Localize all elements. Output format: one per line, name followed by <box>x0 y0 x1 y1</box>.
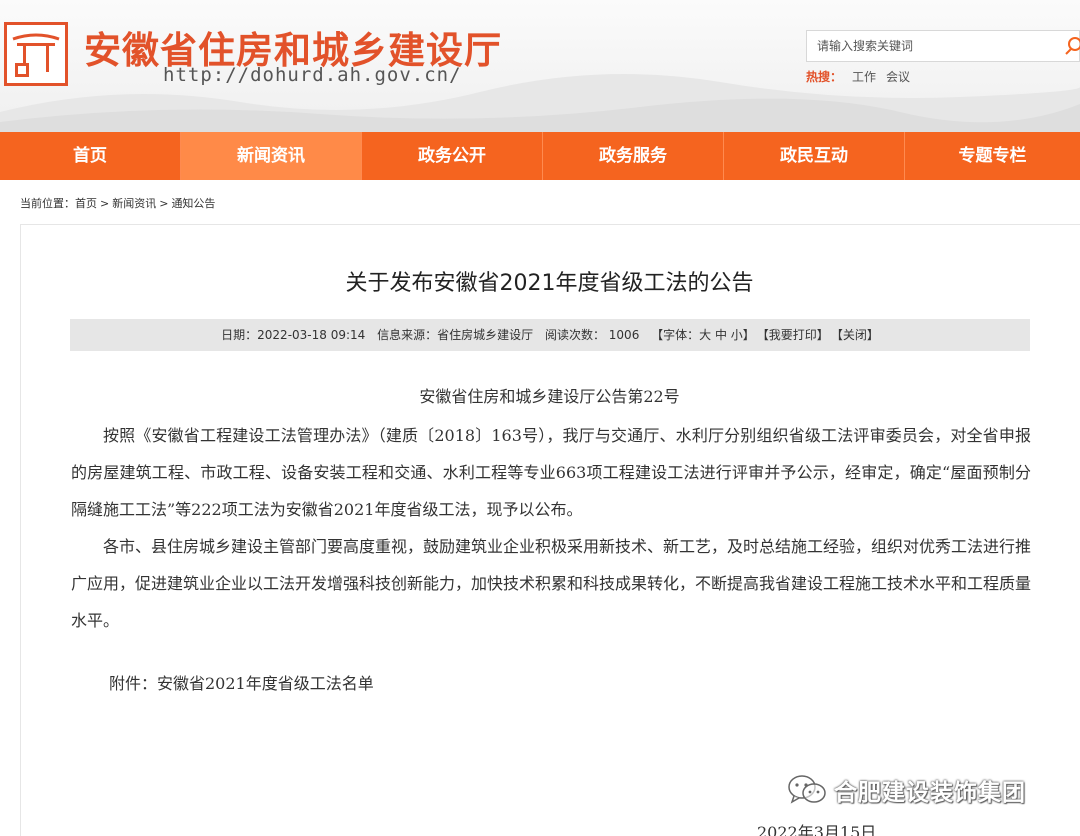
nav-item-gov-affairs[interactable]: 政务公开 <box>362 132 543 180</box>
hot-search: 热搜： 工作 会议 <box>806 68 910 85</box>
signature-date: 2022年3月15日 <box>757 823 877 836</box>
breadcrumb: 当前位置：首页 > 新闻资讯 > 通知公告 <box>20 195 215 211</box>
article-paragraph: 按照《安徽省工程建设工法管理办法》（建质〔2018〕163号），我厅与交通厅、水… <box>71 426 1031 519</box>
watermark-text: 合肥建设装饰集团 <box>834 780 1026 806</box>
publish-date: 日期：2022-03-18 09:14 <box>221 328 366 342</box>
site-header: 安徽省住房和城乡建设厅 http://dohurd.ah.gov.cn/ 热搜：… <box>0 0 1080 132</box>
hot-search-item[interactable]: 会议 <box>886 70 910 84</box>
article-meta-bar: 日期：2022-03-18 09:14 信息来源：省住房城乡建设厅 阅读次数： … <box>70 319 1030 351</box>
close-button[interactable]: 【关闭】 <box>837 328 879 342</box>
nav-item-news[interactable]: 新闻资讯 <box>181 132 362 180</box>
print-button[interactable]: 【我要打印】 <box>763 328 829 342</box>
hot-search-label: 热搜： <box>806 70 843 84</box>
main-nav: 首页 新闻资讯 政务公开 政务服务 政民互动 专题专栏 <box>0 132 1080 180</box>
site-logo[interactable] <box>4 22 68 86</box>
breadcrumb-home[interactable]: 首页 <box>75 197 97 210</box>
wechat-icon <box>786 773 828 807</box>
hot-search-item[interactable]: 工作 <box>852 70 876 84</box>
font-size-control[interactable]: 【字体：大 中 小】 <box>651 328 755 342</box>
watermark: 合肥建设装饰集团 <box>786 772 1026 808</box>
article-panel: 关于发布安徽省2021年度省级工法的公告 日期：2022-03-18 09:14… <box>20 224 1080 836</box>
nav-item-topics[interactable]: 专题专栏 <box>905 132 1080 180</box>
breadcrumb-prefix: 当前位置： <box>20 197 75 210</box>
info-source: 信息来源：省住房城乡建设厅 <box>377 328 534 342</box>
nav-item-home[interactable]: 首页 <box>0 132 181 180</box>
search-icon[interactable] <box>1063 33 1080 59</box>
nav-item-interaction[interactable]: 政民互动 <box>724 132 905 180</box>
breadcrumb-separator: > <box>159 197 169 210</box>
article-paragraph: 各市、县住房城乡建设主管部门要高度重视，鼓励建筑业企业积极采用新技术、新工艺，及… <box>71 537 1032 630</box>
nav-item-gov-services[interactable]: 政务服务 <box>543 132 724 180</box>
article-body: 按照《安徽省工程建设工法管理办法》（建质〔2018〕163号），我厅与交通厅、水… <box>71 417 1031 639</box>
attachment-link[interactable]: 附件：安徽省2021年度省级工法名单 <box>109 670 374 694</box>
breadcrumb-notices[interactable]: 通知公告 <box>171 197 215 210</box>
search-box <box>806 30 1080 62</box>
view-count: 阅读次数： 1006 <box>544 328 640 342</box>
site-url: http://dohurd.ah.gov.cn/ <box>163 64 462 86</box>
breadcrumb-news[interactable]: 新闻资讯 <box>112 197 156 210</box>
document-number: 安徽省住房和城乡建设厅公告第22号 <box>419 387 680 406</box>
article-title: 关于发布安徽省2021年度省级工法的公告 <box>345 271 754 296</box>
search-input[interactable] <box>807 31 1057 61</box>
breadcrumb-separator: > <box>100 197 110 210</box>
